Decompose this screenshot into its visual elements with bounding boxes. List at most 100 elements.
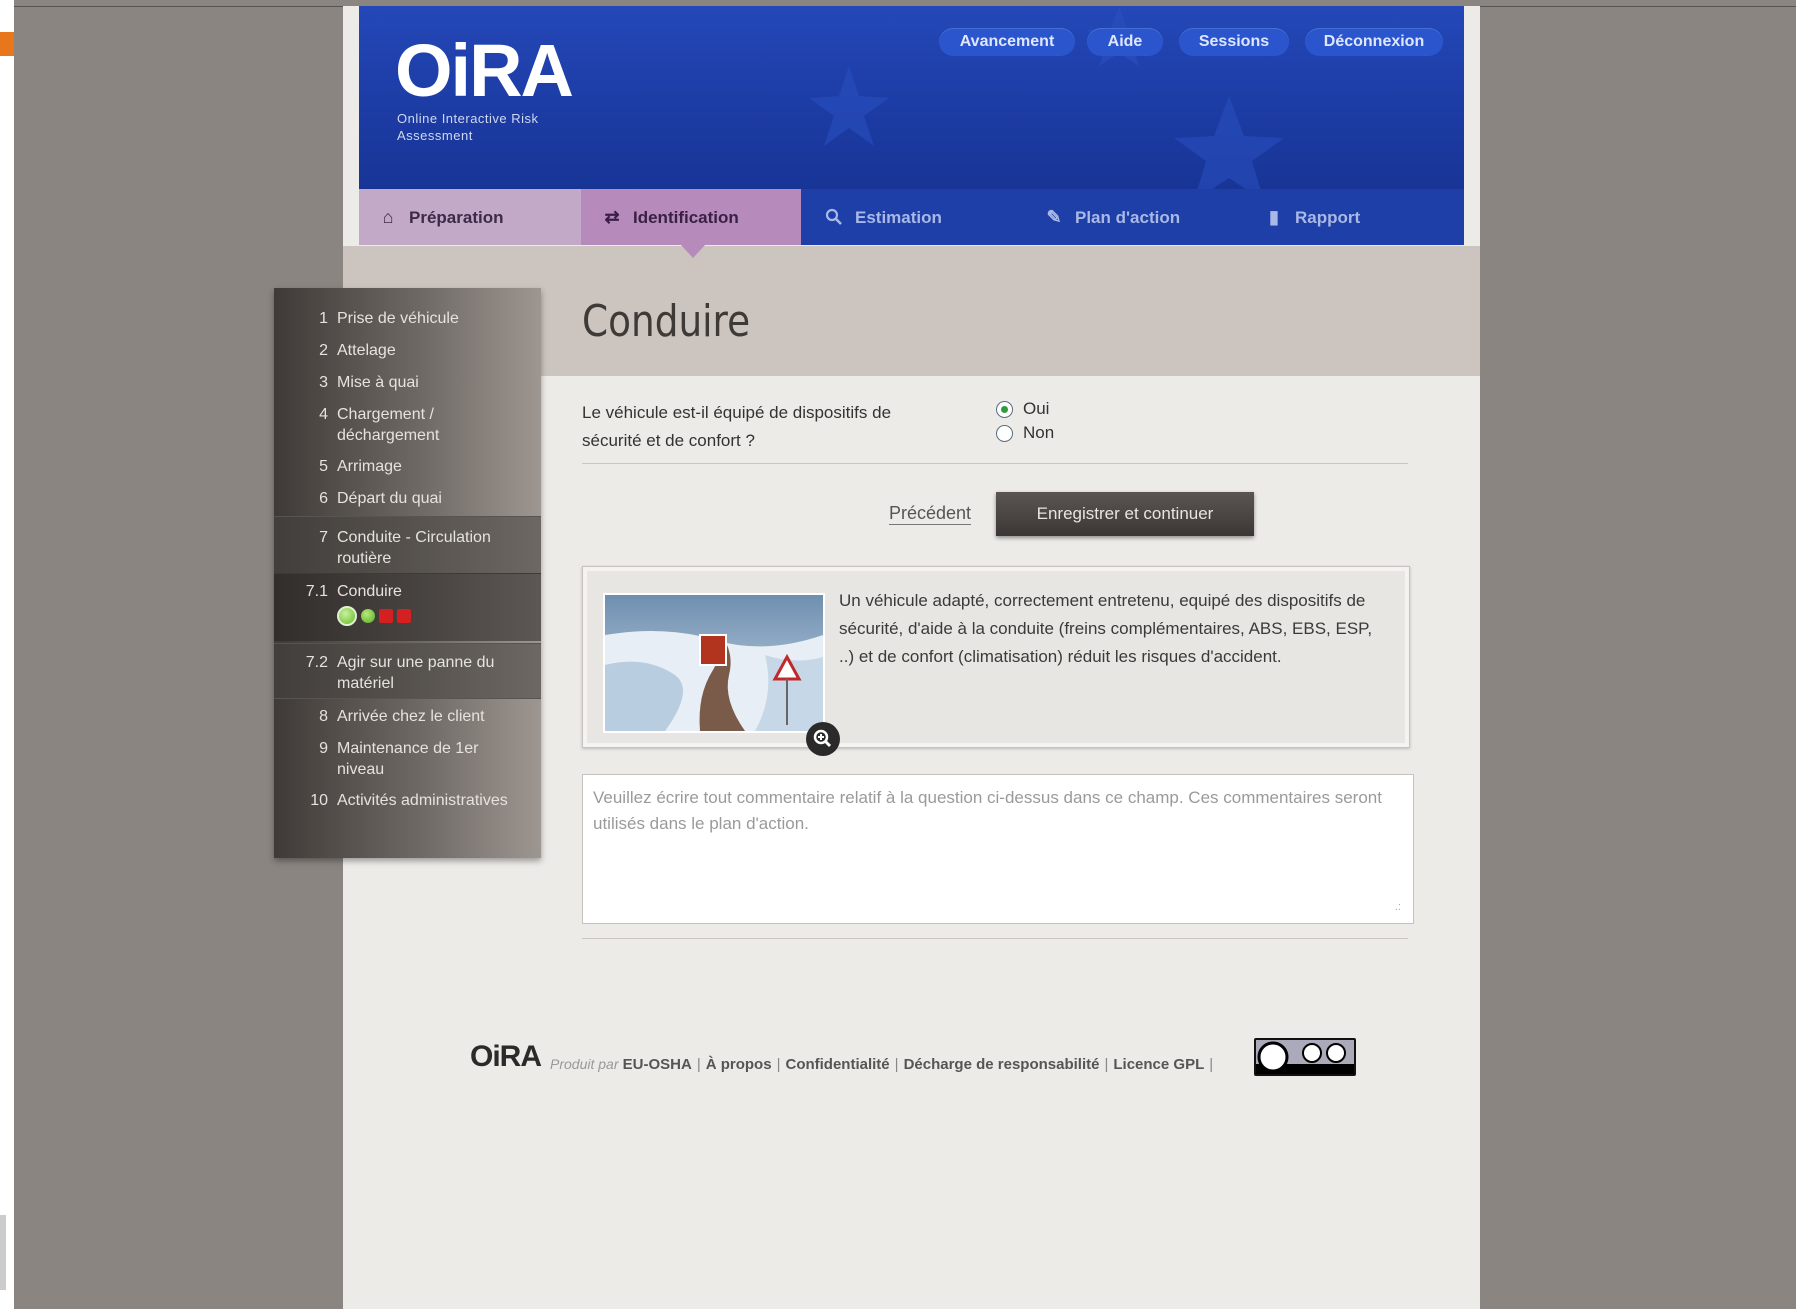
separator: | [894, 1056, 899, 1073]
tab-estimation[interactable]: Estimation [801, 189, 1021, 245]
tab-label: Rapport [1295, 208, 1361, 227]
help-button[interactable]: Aide [1087, 28, 1163, 56]
info-panel: Un véhicule adapté, correctement entrete… [582, 566, 1410, 756]
sidebar-item-number: 3 [319, 374, 328, 391]
sidebar-item-label: Prise de véhicule [337, 310, 459, 327]
tab-label: Plan d'action [1075, 208, 1181, 227]
progress-button[interactable]: Avancement [939, 28, 1075, 56]
sidebar-item-label: Attelage [337, 342, 396, 359]
tab-label: Préparation [409, 208, 504, 227]
sidebar-item-depart-du-quai[interactable]: 6 Départ du quai [274, 488, 541, 510]
tab-label: Estimation [855, 208, 942, 227]
divider [582, 463, 1408, 464]
orange-marker [0, 32, 14, 56]
creative-commons-badge-icon[interactable] [1254, 1038, 1356, 1076]
sidebar-item-number: 2 [319, 342, 328, 359]
link-about[interactable]: À propos [706, 1056, 772, 1073]
window-left-edge [0, 0, 14, 1309]
footer-links: Produit par EU-OSHA | À propos | Confidentia… [550, 1056, 1218, 1073]
resize-grip-icon[interactable]: .: [1395, 901, 1401, 913]
save-and-continue-button[interactable]: Enregistrer et continuer [996, 492, 1254, 536]
sidebar-item-activites-admin[interactable]: 10 Activités administratives [274, 790, 541, 812]
divider [582, 938, 1408, 939]
separator: | [696, 1056, 701, 1073]
sidebar-item-number: 1 [319, 310, 328, 327]
oira-logo[interactable]: OiRA [395, 34, 574, 108]
sidebar-item-number: 8 [319, 708, 328, 725]
status-square-red [379, 608, 393, 623]
radio-label: Oui [1023, 399, 1050, 418]
separator: | [776, 1056, 781, 1073]
logo-subtitle: Online Interactive Risk Assessment [397, 111, 539, 143]
sidebar-item-number: 4 [319, 406, 328, 423]
footer: OiRA Produit par EU-OSHA | À propos | Confid… [470, 1038, 1370, 1080]
tab-action-plan[interactable]: ✎ Plan d'action [1021, 189, 1241, 245]
separator: | [1104, 1056, 1109, 1073]
road-illustration[interactable] [603, 593, 840, 756]
house-icon: ⌂ [382, 207, 394, 227]
sidebar-item-conduire[interactable]: 7.1 Conduire [274, 573, 541, 641]
risk-question: Le véhicule est-il équipé de dispositifs… [582, 403, 892, 450]
link-gpl-license[interactable]: Licence GPL [1113, 1056, 1204, 1073]
status-dot-green [361, 608, 375, 623]
sidebar-item-label: Chargement / déchargement [337, 406, 440, 444]
logout-button[interactable]: Déconnexion [1305, 28, 1443, 56]
sidebar-item-label: Arrimage [337, 458, 402, 475]
sidebar-item-label: Conduire [337, 583, 402, 600]
radio-label: Non [1023, 423, 1055, 442]
link-eu-osha[interactable]: EU-OSHA [623, 1056, 692, 1073]
answer-no-option[interactable]: Non [996, 423, 1054, 443]
page-title: Conduire [582, 296, 751, 347]
sidebar-item-conduite-circulation[interactable]: 7 Conduite - Circulation routière [274, 516, 541, 574]
status-dot-green [337, 605, 357, 626]
made-by-text: Produit par [550, 1056, 619, 1072]
arrows-icon: ⇄ [604, 207, 620, 227]
sidebar-item-label: Arrivée chez le client [337, 708, 485, 725]
comment-textarea[interactable] [583, 775, 1413, 923]
status-square-red [397, 608, 411, 623]
link-privacy[interactable]: Confidentialité [785, 1056, 889, 1073]
main-nav: ⌂ Préparation ⇄ Identification Estimation … [359, 189, 1464, 258]
document-icon: ▮ [1269, 207, 1279, 227]
answer-yes-option[interactable]: Oui [996, 399, 1049, 419]
tab-label: Identification [633, 208, 739, 227]
link-disclaimer[interactable]: Décharge de responsabilité [904, 1056, 1100, 1073]
module-sidebar: 1 Prise de véhicule 2 Attelage 3 Mise à … [274, 288, 541, 858]
sidebar-item-chargement[interactable]: 4 Chargement / déchargement [274, 404, 541, 448]
sidebar-item-number: 6 [319, 490, 328, 507]
sidebar-item-number: 7 [319, 529, 328, 546]
tab-identification[interactable]: ⇄ Identification [581, 189, 801, 258]
tab-preparation[interactable]: ⌂ Préparation [359, 189, 581, 245]
separator: | [1209, 1056, 1214, 1073]
sidebar-item-label: Activités administratives [337, 792, 508, 809]
comment-box: .: [582, 774, 1414, 924]
previous-button[interactable]: Précédent [889, 503, 972, 525]
sidebar-item-label: Départ du quai [337, 490, 442, 507]
pencil-icon: ✎ [1046, 207, 1062, 227]
sidebar-item-attelage[interactable]: 2 Attelage [274, 340, 541, 362]
sidebar-item-number: 9 [319, 740, 328, 757]
sidebar-item-mise-a-quai[interactable]: 3 Mise à quai [274, 372, 541, 394]
sessions-button[interactable]: Sessions [1179, 28, 1289, 56]
sidebar-item-label: Agir sur une panne du matériel [337, 654, 495, 692]
sidebar-item-agir-panne[interactable]: 7.2 Agir sur une panne du matériel [274, 643, 541, 699]
sidebar-item-number: 5 [319, 458, 328, 475]
sidebar-item-label: Conduite - Circulation routière [337, 529, 491, 567]
sidebar-item-label: Mise à quai [337, 374, 419, 391]
zoom-icon[interactable] [806, 722, 840, 756]
sidebar-item-number: 7.2 [305, 654, 328, 671]
tab-report[interactable]: ▮ Rapport [1241, 189, 1464, 245]
header-banner: OiRA Online Interactive Risk Assessment … [359, 6, 1464, 189]
sidebar-item-prise-de-vehicule[interactable]: 1 Prise de véhicule [274, 308, 541, 330]
info-description: Un véhicule adapté, correctement entrete… [839, 591, 1373, 666]
grey-marker [0, 1215, 6, 1290]
sidebar-item-arrivee-client[interactable]: 8 Arrivée chez le client [274, 706, 541, 728]
radio-yes[interactable] [996, 401, 1013, 419]
sidebar-item-arrimage[interactable]: 5 Arrimage [274, 456, 541, 478]
sidebar-item-number: 7.1 [305, 583, 328, 600]
sidebar-item-label: Maintenance de 1er niveau [337, 740, 479, 778]
sidebar-item-maintenance[interactable]: 9 Maintenance de 1er niveau [274, 738, 541, 782]
road-snow-image [605, 595, 823, 731]
footer-logo[interactable]: OiRA [470, 1040, 542, 1074]
radio-no[interactable] [996, 425, 1013, 443]
